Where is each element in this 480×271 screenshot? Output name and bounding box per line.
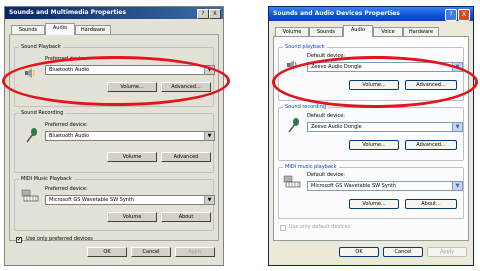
playback-device-select[interactable]: Bluetooth Audio ▼	[45, 65, 215, 75]
ok-button[interactable]: OK	[87, 247, 127, 257]
tab-hardware[interactable]: Hardware	[403, 27, 439, 36]
speaker-icon	[287, 60, 297, 70]
group-title: Sound playback	[283, 44, 327, 51]
volume-button[interactable]: Volume	[107, 152, 157, 162]
tab-sounds[interactable]: Sounds	[309, 27, 343, 36]
tab-audio[interactable]: Audio	[343, 25, 373, 37]
chevron-down-icon: ▼	[452, 123, 462, 131]
help-button[interactable]: ?	[445, 9, 457, 21]
recording-device-value: Zeevo Audio Dongle	[311, 124, 362, 130]
tab-volume[interactable]: Volume	[275, 27, 309, 36]
preferred-device-label: Preferred device:	[45, 186, 88, 192]
close-button[interactable]: X	[209, 9, 221, 19]
preferred-device-label: Preferred device:	[45, 56, 88, 62]
about-button[interactable]: About...	[405, 199, 457, 209]
sound-recording-group: Sound recording Default device: Zeevo Au…	[278, 104, 464, 161]
advanced-button[interactable]: Advanced...	[405, 140, 457, 150]
sound-playback-group: Sound Playback Preferred device: Bluetoo…	[14, 44, 215, 107]
chevron-down-icon: ▼	[452, 182, 462, 190]
cancel-button[interactable]: Cancel	[383, 247, 423, 257]
volume-button[interactable]: Volume...	[349, 80, 399, 90]
advanced-button[interactable]: Advanced...	[161, 82, 211, 92]
speaker-icon	[25, 68, 35, 78]
midi-playback-group: MIDI music playback Default device: Micr…	[278, 164, 464, 219]
default-device-label: Default device:	[307, 172, 345, 178]
title-bar: Sounds and Audio Devices Properties	[269, 7, 473, 21]
use-only-default-label: Use only default devices	[289, 224, 351, 230]
chevron-down-icon: ▼	[452, 63, 462, 71]
about-button[interactable]: About	[161, 212, 211, 222]
recording-device-select[interactable]: Zeevo Audio Dongle ▼	[307, 122, 463, 132]
volume-button[interactable]: Volume...	[349, 140, 399, 150]
group-title: Sound Recording	[19, 110, 66, 117]
tab-sounds[interactable]: Sounds	[11, 25, 45, 34]
help-button[interactable]: ?	[197, 9, 209, 19]
midi-device-value: Microsoft GS Wavetable SW Synth	[311, 183, 397, 189]
playback-device-value: Bluetooth Audio	[49, 67, 90, 73]
playback-device-value: Zeevo Audio Dongle	[311, 64, 362, 70]
audio-tab-panel: Sound Playback Preferred device: Bluetoo…	[9, 34, 219, 243]
volume-button[interactable]: Volume	[107, 212, 157, 222]
sounds-audio-devices-properties-window: Sounds and Audio Devices Properties ? X …	[268, 6, 474, 266]
sound-playback-group: Sound playback Default device: Zeevo Aud…	[278, 44, 464, 101]
advanced-button[interactable]: Advanced...	[405, 80, 457, 90]
tab-voice[interactable]: Voice	[373, 27, 403, 36]
chevron-down-icon: ▼	[204, 132, 214, 140]
group-title: MIDI Music Playback	[19, 176, 74, 183]
use-only-default-checkbox[interactable]	[280, 225, 286, 231]
group-title: Sound Playback	[19, 44, 63, 51]
midi-device-value: Microsoft GS Wavetable SW Synth	[49, 197, 135, 203]
sounds-multimedia-properties-window: Sounds and Multimedia Properties ? X Sou…	[4, 6, 224, 266]
chevron-down-icon: ▼	[204, 196, 214, 204]
microphone-icon	[288, 118, 299, 133]
midi-playback-group: MIDI Music Playback Preferred device: Mi…	[14, 176, 215, 231]
midi-device-select[interactable]: Microsoft GS Wavetable SW Synth ▼	[45, 195, 215, 205]
playback-device-select[interactable]: Zeevo Audio Dongle ▼	[307, 62, 463, 72]
midi-keyboard-icon	[21, 189, 39, 202]
volume-button[interactable]: Volume...	[349, 199, 399, 209]
cancel-button[interactable]: Cancel	[131, 247, 171, 257]
close-button[interactable]: X	[458, 9, 470, 21]
midi-device-select[interactable]: Microsoft GS Wavetable SW Synth ▼	[307, 181, 463, 191]
recording-device-value: Bluetooth Audio	[49, 133, 90, 139]
apply-button[interactable]: Apply	[427, 247, 467, 257]
microphone-icon	[26, 128, 37, 143]
recording-device-select[interactable]: Bluetooth Audio ▼	[45, 131, 215, 141]
midi-keyboard-icon	[283, 175, 301, 188]
preferred-device-label: Preferred device:	[45, 122, 88, 128]
use-only-preferred-label: Use only preferred devices	[26, 236, 93, 242]
group-title: MIDI music playback	[283, 164, 339, 171]
sound-recording-group: Sound Recording Preferred device: Blueto…	[14, 110, 215, 173]
window-title: Sounds and Audio Devices Properties	[273, 10, 400, 17]
tab-audio[interactable]: Audio	[45, 23, 75, 35]
default-device-label: Default device:	[307, 113, 345, 119]
tab-hardware[interactable]: Hardware	[75, 25, 111, 34]
chevron-down-icon: ▼	[204, 66, 214, 74]
use-only-preferred-checkbox[interactable]: ✔	[16, 237, 22, 243]
apply-button[interactable]: Apply	[175, 247, 215, 257]
default-device-label: Default device:	[307, 53, 345, 59]
audio-tab-panel: Sound playback Default device: Zeevo Aud…	[273, 36, 469, 241]
window-title: Sounds and Multimedia Properties	[9, 9, 127, 16]
volume-button[interactable]: Volume...	[107, 82, 157, 92]
advanced-button[interactable]: Advanced	[161, 152, 211, 162]
ok-button[interactable]: OK	[339, 247, 379, 257]
title-bar: Sounds and Multimedia Properties	[5, 7, 223, 19]
group-title: Sound recording	[283, 104, 329, 111]
